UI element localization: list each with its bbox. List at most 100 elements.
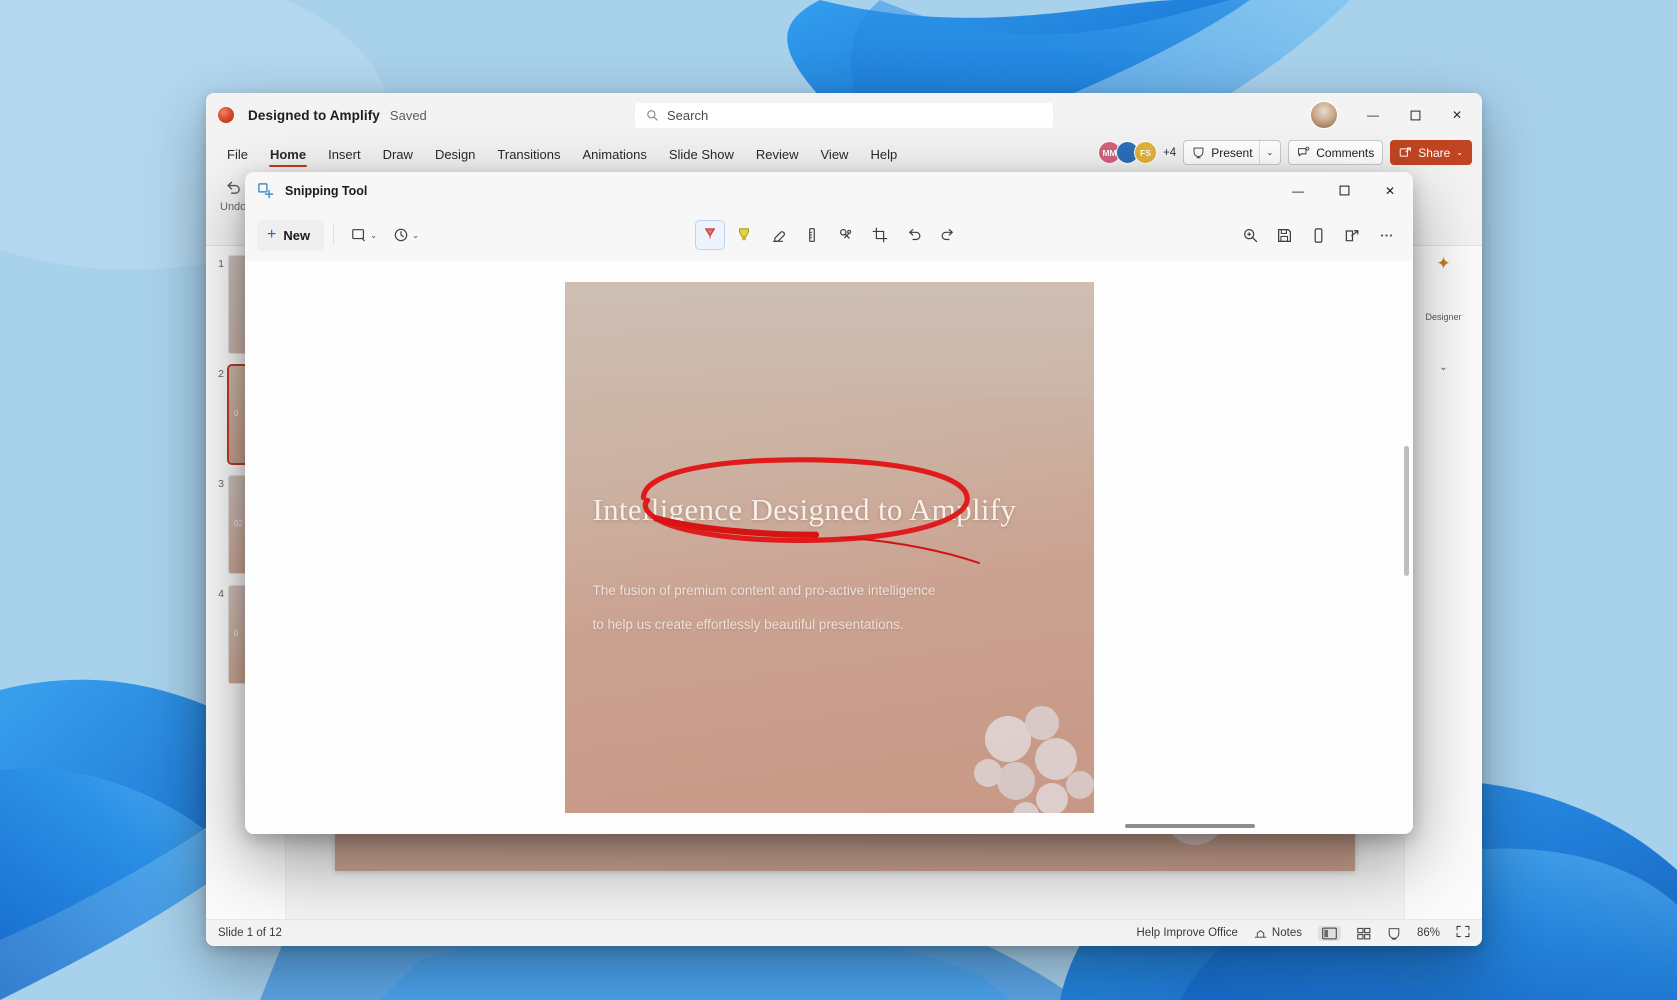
notes-button[interactable]: Notes [1254,927,1302,939]
present-label: Present [1211,145,1253,160]
magnifier-plus-icon [1243,228,1257,242]
new-snip-button[interactable]: + New [257,219,325,251]
close-button[interactable]: ✕ [1438,100,1476,130]
snip-delay-dropdown[interactable]: ⌄ [385,220,427,250]
window-controls-group: — ✕ [1310,100,1476,130]
normal-view-button[interactable] [1317,925,1341,941]
search-placeholder: Search [667,108,709,123]
grid-view-icon [1357,927,1371,939]
redo-icon [941,229,953,241]
ballpoint-pen-tool[interactable] [695,220,725,250]
ribbon-tab-review[interactable]: Review [745,144,810,170]
ruler-tool[interactable] [797,220,827,250]
slide-subtitle-line-2: to help us create effortlessly beautiful… [592,617,904,633]
notes-label: Notes [1271,927,1302,939]
copy-button[interactable] [1303,220,1333,250]
fit-to-window-button[interactable] [1456,925,1470,941]
ribbon-tab-file[interactable]: File [216,144,259,170]
fit-to-window-icon [1456,925,1470,938]
snip-close-button[interactable]: ✕ [1367,172,1413,209]
plus-icon: + [267,226,277,243]
designer-label-top: Designer [1425,312,1462,322]
designer-pane[interactable]: ✦ Designer ⌄ [1404,246,1482,919]
ruler-icon [809,228,815,242]
ellipsis-icon [1380,233,1392,237]
more-options-button[interactable] [1371,220,1401,250]
present-button[interactable]: Present ⌄ [1183,140,1282,165]
designer-caret-icon[interactable]: ⌄ [1405,362,1482,373]
slide-subtitle-line-1: The fusion of premium content and pro-ac… [592,583,936,598]
ribbon-tab-slide-show[interactable]: Slide Show [658,144,745,170]
ribbon-tab-home[interactable]: Home [259,144,317,170]
thumbnail-number: 1 [218,258,224,270]
thumbnail-label: 0 [234,628,239,638]
save-button[interactable] [1269,220,1299,250]
ribbon-tab-draw[interactable]: Draw [372,144,424,170]
ribbon-tab-view[interactable]: View [810,144,860,170]
highlighter-icon [739,228,749,241]
captured-screenshot[interactable]: Intelligence Designed to Amplify The fus… [564,282,1094,813]
designer-wand-icon[interactable]: ✦ [1405,254,1482,274]
touch-writing-tool[interactable] [831,220,861,250]
crop-tool[interactable] [865,220,895,250]
presence-chip-fs[interactable]: FS [1134,141,1158,164]
snip-minimize-button[interactable]: — [1275,172,1321,209]
powerpoint-icon [218,107,234,123]
thumbnail-number: 3 [218,478,224,490]
slide-sorter-view-button[interactable] [1357,927,1371,940]
phone-copy-icon [1314,227,1322,243]
avatar[interactable] [1310,101,1338,129]
zoom-button[interactable] [1235,220,1265,250]
timer-delay-icon [394,228,408,242]
share-button[interactable] [1337,220,1367,250]
snip-actions-group [1235,220,1401,250]
redo-button[interactable] [933,220,963,250]
maximize-icon [1339,185,1349,196]
notes-icon [1254,929,1267,938]
undo-button[interactable] [899,220,929,250]
chevron-down-icon: ⌄ [412,230,419,240]
ribbon-tab-transitions[interactable]: Transitions [486,144,571,170]
normal-view-icon [1322,927,1337,939]
maximize-button[interactable] [1396,100,1434,130]
maximize-icon [1410,110,1420,120]
ribbon-tab-animations[interactable]: Animations [572,144,658,170]
rectangle-mode-icon [352,229,366,242]
highlighter-tool[interactable] [729,220,759,250]
powerpoint-status-bar: Slide 1 of 12 Help Improve Office Notes [206,919,1482,946]
share-icon [1399,147,1412,157]
snip-maximize-button[interactable] [1321,172,1367,209]
zoom-level[interactable]: 86% [1417,927,1440,939]
snip-mode-dropdown[interactable]: ⌄ [343,220,385,250]
ribbon-tab-insert[interactable]: Insert [317,144,372,170]
ribbon-tab-design[interactable]: Design [424,144,486,170]
undo-command[interactable]: Undo [220,178,246,213]
present-caret-icon[interactable]: ⌄ [1258,141,1281,164]
slide-counter[interactable]: Slide 1 of 12 [218,927,282,939]
undo-icon [227,181,240,194]
undo-label: Undo [220,201,247,213]
thumbnail-number: 4 [218,588,224,600]
ribbon-tab-help[interactable]: Help [859,144,908,170]
presence-avatars[interactable]: MM FS +4 [1098,141,1176,164]
search-box[interactable]: Search [634,102,1054,129]
eraser-tool[interactable] [763,220,793,250]
share-label: Share [1418,145,1451,160]
reading-view-button[interactable] [1387,927,1401,940]
reading-view-icon [1388,927,1400,940]
snip-vertical-scrollbar[interactable] [1404,446,1409,576]
snip-canvas[interactable]: Intelligence Designed to Amplify The fus… [245,261,1413,834]
comments-button[interactable]: Comments [1288,140,1384,165]
share-caret-icon[interactable]: ⌄ [1456,148,1463,157]
chevron-down-icon: ⌄ [370,230,377,240]
share-button[interactable]: Share ⌄ [1390,140,1472,165]
save-state-label: Saved [389,107,427,123]
snipping-tool-window[interactable]: Snipping Tool — ✕ + New ⌄ ⌄ Intelligence… [245,172,1413,834]
help-improve-office-link[interactable]: Help Improve Office [1137,927,1238,939]
desktop-wallpaper: Designed to Amplify Saved Search — ✕ Fil… [0,0,1677,1000]
minimize-button[interactable]: — [1354,100,1392,130]
document-name[interactable]: Designed to Amplify [248,108,380,123]
snipping-tool-window-controls: — ✕ [1275,172,1413,209]
snip-horizontal-scrollbar[interactable] [1125,824,1255,828]
snipping-tool-icon [258,182,274,198]
